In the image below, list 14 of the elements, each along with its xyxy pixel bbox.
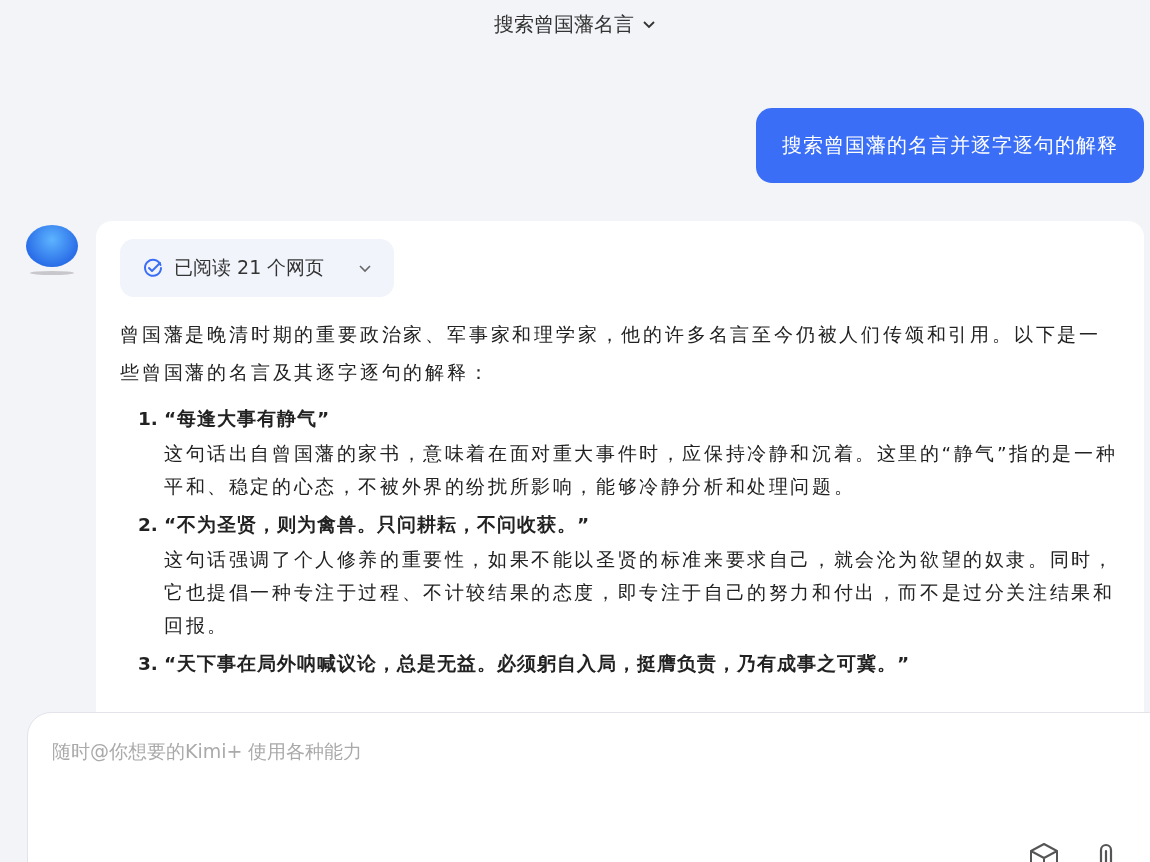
quote-text: “不为圣贤，则为禽兽。只问耕耘，不问收获。” [163,513,591,537]
user-message: 搜索曾国藩的名言并逐字逐句的解释 [756,108,1144,183]
check-circle-icon [142,257,164,279]
sources-toggle[interactable]: 已阅读 21 个网页 [120,239,395,297]
quote-text: “每逢大事有静气” [163,407,331,431]
list-number: 3. [138,652,158,676]
list-number: 1. [138,407,158,431]
assistant-avatar-icon [26,225,78,275]
list-number: 2. [138,513,158,537]
explanation-text: 这句话强调了个人修养的重要性，如果不能以圣贤的标准来要求自己，就会沦为欲望的奴隶。同时，它也提倡一种专注于过程、不计较结果的态度，即专注于自己的努力和付出，而不是过分关注结果和回报。 [164,548,1116,638]
quote-text: “天下事在局外呐喊议论，总是无益。必须躬自入局，挺膺负责，乃有成事之可冀。” [163,652,911,676]
answer-paragraph: 曾国藩是晚清时期的重要政治家、军事家和理学家，他的许多名言至今仍被人们传颂和引用。以下是一些曾国藩的名言及其逐字逐句的解释： [120,322,1102,385]
explanation-text: 这句话出自曾国藩的家书，意味着在面对重大事件时，应保持冷静和沉着。这里的“静气”指的是一种平和、稳定的心态，不被外界的纷扰所影响，能够冷静分析和处理问题。 [164,442,1119,499]
chat-title[interactable]: 搜索曾国藩名言 [494,10,634,38]
